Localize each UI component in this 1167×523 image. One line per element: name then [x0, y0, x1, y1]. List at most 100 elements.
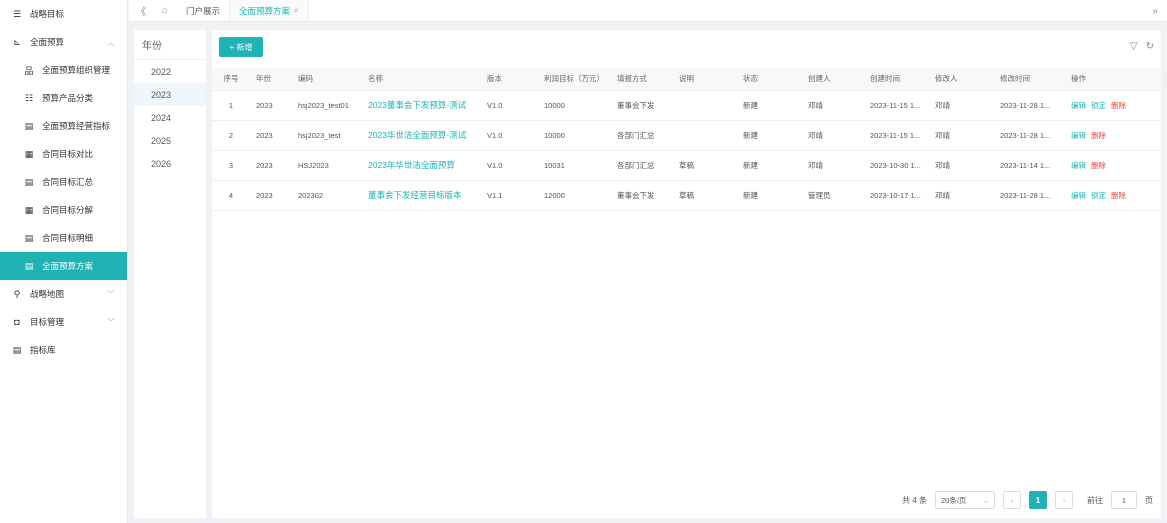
- sidebar-item-6[interactable]: ▤ 合同目标汇总: [0, 168, 127, 196]
- cell-status: 新建: [737, 180, 802, 211]
- cell-name[interactable]: 2023华世洁全面预算-测试: [362, 120, 481, 151]
- close-icon[interactable]: ×: [294, 6, 299, 15]
- year-item[interactable]: 2024: [134, 106, 206, 129]
- decompose-icon: ▦: [24, 204, 34, 215]
- sidebar-item-9[interactable]: ▤ 全面预算方案: [0, 252, 127, 280]
- sidebar-item-3[interactable]: ☷ 预算产品分类: [0, 84, 127, 112]
- lock-button[interactable]: 锁定: [1091, 101, 1106, 110]
- sidebar-item-1[interactable]: ⊾ 全面预算 ︿: [0, 28, 127, 56]
- sidebar-item-11[interactable]: ◘ 目标管理 ﹀: [0, 308, 127, 336]
- sidebar-item-2[interactable]: 品全面预算组织管理: [0, 56, 127, 84]
- sidebar-item-label: 合同目标对比: [42, 149, 94, 159]
- column-header: 序号: [212, 68, 250, 91]
- pagination: 共 4 条 20条/页 ⌄ ‹ 1 › 前往 1 页: [902, 491, 1153, 509]
- table-row: 3 2023 HSJ2023 2023年华世洁全面预算 V1.0 10031 各部门汇总 草稿…: [212, 150, 1161, 181]
- cell-profit: 10000: [538, 90, 611, 121]
- year-item[interactable]: 2022: [134, 60, 206, 83]
- column-header: 创建人: [802, 68, 864, 91]
- edit-button[interactable]: 编辑: [1071, 191, 1086, 200]
- cell-modifier: 邓靖: [929, 150, 994, 181]
- collapse-sidebar-icon[interactable]: 《: [129, 0, 153, 21]
- cell-modifier: 邓靖: [929, 120, 994, 151]
- delete-button[interactable]: 删除: [1111, 101, 1126, 110]
- sidebar-item-4[interactable]: ▤ 全面预算经营指标: [0, 112, 127, 140]
- year-panel-title: 年份: [134, 30, 206, 60]
- cell-modified: 2023-11-28 1...: [994, 90, 1065, 121]
- cell-name[interactable]: 2023董事会下发预算-测试: [362, 90, 481, 121]
- indicator-icon: ▤: [24, 120, 34, 131]
- add-new-button[interactable]: + 新增: [219, 37, 263, 57]
- tab-label: 门户展示: [186, 5, 221, 16]
- sidebar-item-label: 合同目标汇总: [42, 177, 94, 187]
- table-row: 1 2023 hsj2023_test01 2023董事会下发预算-测试 V1.0 100…: [212, 90, 1161, 121]
- cell-created: 2023-10-30 1...: [864, 150, 929, 181]
- cell-note: 草稿: [673, 180, 737, 211]
- cell-actions: 编辑 锁定 删除: [1065, 90, 1161, 121]
- tab-label: 全面预算方案: [239, 5, 291, 16]
- sidebar-item-7[interactable]: ▦ 合同目标分解: [0, 196, 127, 224]
- sidebar-item-0[interactable]: ☰ 战略目标: [0, 0, 127, 28]
- cell-name[interactable]: 董事会下发经营目标版本: [362, 180, 481, 211]
- cell-year: 2023: [250, 120, 292, 151]
- tab-0[interactable]: 门户展示: [177, 0, 231, 21]
- cell-name[interactable]: 2023年华世洁全面预算: [362, 150, 481, 181]
- delete-button[interactable]: 删除: [1111, 191, 1126, 200]
- cell-profit: 10031: [538, 150, 611, 181]
- cell-creator: 邓靖: [802, 90, 864, 121]
- cell-code: 202302: [292, 180, 362, 211]
- cell-mode: 各部门汇总: [611, 120, 673, 151]
- sidebar-item-label: 全面预算方案: [42, 261, 94, 271]
- delete-button[interactable]: 删除: [1091, 131, 1106, 140]
- cell-note: 草稿: [673, 150, 737, 181]
- column-header: 名称: [362, 68, 481, 91]
- category-icon: ☷: [24, 92, 34, 103]
- page-size-value: 20条/页: [941, 495, 967, 505]
- cell-modified: 2023-11-28 1...: [994, 120, 1065, 151]
- column-header: 利润目标（万元）: [538, 68, 611, 91]
- refresh-icon[interactable]: ↻: [1146, 41, 1154, 52]
- edit-button[interactable]: 编辑: [1071, 161, 1086, 170]
- tab-1[interactable]: 全面预算方案 ×: [230, 0, 309, 21]
- goto-page-input[interactable]: 1: [1111, 491, 1137, 509]
- page-1-button[interactable]: 1: [1029, 491, 1047, 509]
- edit-button[interactable]: 编辑: [1071, 131, 1086, 140]
- cell-profit: 10000: [538, 120, 611, 151]
- lock-button[interactable]: 锁定: [1091, 191, 1106, 200]
- cell-creator: 邓靖: [802, 150, 864, 181]
- cell-created: 2023-10-17 1...: [864, 180, 929, 211]
- cell-year: 2023: [250, 180, 292, 211]
- delete-button[interactable]: 删除: [1091, 161, 1106, 170]
- cell-version: V1.1: [481, 180, 538, 211]
- cell-creator: 邓靖: [802, 120, 864, 151]
- detail-icon: ▤: [24, 232, 34, 243]
- sidebar: ☰ 战略目标 ⊾ 全面预算 ︿ 品全面预算组织管理 ☷ 预算产品分类 ▤ 全面预算经营指标 ▦ 合同目…: [0, 0, 128, 523]
- home-icon[interactable]: ⌂: [153, 0, 177, 21]
- cell-status: 新建: [737, 90, 802, 121]
- cell-no: 3: [212, 150, 250, 181]
- more-tabs-icon[interactable]: »: [1147, 0, 1163, 22]
- sidebar-item-label: 指标库: [30, 345, 56, 355]
- column-header: 创建时间: [864, 68, 929, 91]
- sidebar-item-10[interactable]: ⚲ 战略地图 ﹀: [0, 280, 127, 308]
- cell-no: 1: [212, 90, 250, 121]
- year-item[interactable]: 2026: [134, 152, 206, 175]
- sidebar-item-12[interactable]: ▤ 指标库: [0, 336, 127, 364]
- next-page-button[interactable]: ›: [1055, 491, 1073, 509]
- sidebar-item-label: 全面预算经营指标: [42, 121, 111, 131]
- year-item[interactable]: 2025: [134, 129, 206, 152]
- filter-icon[interactable]: ▽: [1130, 41, 1138, 52]
- year-item[interactable]: 2023: [134, 83, 206, 106]
- cell-year: 2023: [250, 150, 292, 181]
- sidebar-item-8[interactable]: ▤ 合同目标明细: [0, 224, 127, 252]
- prev-page-button[interactable]: ‹: [1003, 491, 1021, 509]
- edit-button[interactable]: 编辑: [1071, 101, 1086, 110]
- sidebar-item-5[interactable]: ▦ 合同目标对比: [0, 140, 127, 168]
- cell-code: hsj2023_test: [292, 120, 362, 151]
- cell-actions: 编辑 删除: [1065, 120, 1161, 151]
- page-size-select[interactable]: 20条/页 ⌄: [935, 491, 995, 509]
- column-header: 年份: [250, 68, 292, 91]
- strategy-icon: ☰: [12, 8, 22, 19]
- column-header: 修改人: [929, 68, 994, 91]
- cell-modifier: 邓靖: [929, 180, 994, 211]
- table-row: 4 2023 202302 董事会下发经营目标版本 V1.1 12000 董事会下发 草稿 新建…: [212, 180, 1161, 211]
